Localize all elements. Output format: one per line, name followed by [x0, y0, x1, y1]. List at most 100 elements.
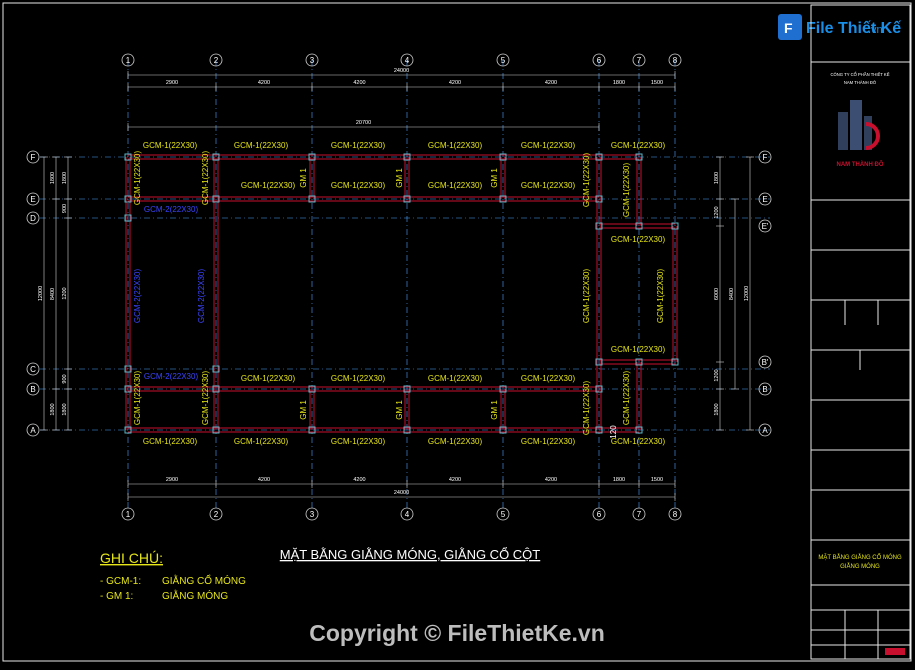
beam-label-gcm: GCM-1(22X30)	[241, 374, 296, 383]
beam-label-gcm-vertical: GCM-1(22X30)	[133, 371, 142, 426]
drawing-svg: MẶT BẰNG GIẰNG MÓNG, GIẰNG CỔ CỘT GHI CH…	[2, 2, 912, 662]
small-dim-label: 120	[609, 425, 618, 439]
grid-bubble-bottom-label: 7	[637, 510, 642, 519]
company-logo-icon	[838, 100, 880, 150]
grid-bubble-right-label: B	[762, 385, 767, 394]
beam-label-gcm: GCM-1(22X30)	[331, 181, 386, 190]
beam-label-gcm: GCM-1(22X30)	[241, 181, 296, 190]
filethietke-logo: F File Thiết Kế .vn	[778, 14, 901, 40]
beam-label-gcm2-vertical: GCM-2(22X30)	[133, 269, 142, 324]
grid-bubble-top-label: 7	[637, 56, 642, 65]
beam-label-gm: GM 1	[395, 168, 404, 188]
grid-bubble-right-label: F	[763, 153, 768, 162]
dim-right-outer-text: 1200	[714, 206, 720, 218]
beam-label-gcm-vertical: GCM-1(22X30)	[622, 371, 631, 426]
logo-suffix: .vn	[868, 24, 883, 36]
beam-label-gcm: GCM-1(22X30)	[428, 437, 483, 446]
grid-bubble-top-label: 4	[405, 56, 410, 65]
dim-left-outer-text: 1800	[62, 403, 68, 415]
note-code-2: - GM 1:	[100, 591, 133, 602]
dim-left-mid-text: 8400	[50, 288, 56, 300]
dim-left-outer-text: 900	[62, 204, 68, 213]
grid-bubble-left-label: E	[30, 195, 35, 204]
dim-bottom-text: 2900	[166, 477, 178, 483]
beam-label-gcm-vertical: GCM-1(22X30)	[582, 153, 591, 208]
beam-label-gcm-vertical: GCM-1(22X30)	[201, 371, 210, 426]
beam-label-gm: GM 1	[299, 400, 308, 420]
beam-label-gcm-vertical: GCM-1(22X30)	[656, 269, 665, 324]
grid-bubble-left-label: A	[30, 426, 36, 435]
dim-top-text: 2900	[166, 80, 178, 86]
dim-left-mid-text: 1800	[50, 172, 56, 184]
grid-bubble-bottom-label: 3	[310, 510, 315, 519]
dim-bottom-text: 4200	[545, 477, 557, 483]
beam-label-gcm2: GCM-2(22X30)	[144, 372, 199, 381]
beam-label-gcm: GCM-1(22X30)	[143, 437, 198, 446]
beam-label-gcm-vertical: GCM-1(22X30)	[582, 269, 591, 324]
grid-bubble-right-label: E'	[762, 222, 769, 231]
beam-label-gcm: GCM-1(22X30)	[331, 437, 386, 446]
dim-top-total-text: 24000	[394, 68, 409, 74]
beam-label-gcm: GCM-1(22X30)	[611, 345, 666, 354]
dim-left-total-text: 12000	[38, 286, 44, 301]
copyright-watermark: Copyright © FileThietKe.vn	[309, 620, 605, 646]
beam-label-gcm: GCM-1(22X30)	[331, 141, 386, 150]
note-desc-2: GIẰNG MÓNG	[162, 589, 228, 602]
dim-bottom-text: 4200	[449, 477, 461, 483]
grid-bubble-right-label: A	[762, 426, 768, 435]
dim-right-outer-text: 1800	[714, 403, 720, 415]
grid-bubble-bottom-label: 5	[501, 510, 506, 519]
tb-company-sub: NAM THÀNH ĐÔ	[844, 80, 877, 85]
beam-label-gcm-vertical: GCM-1(22X30)	[582, 381, 591, 436]
beam-label-gcm-vertical: GCM-1(22X30)	[622, 163, 631, 218]
beam-label-gcm: GCM-1(22X30)	[331, 374, 386, 383]
grid-bubble-left-label: B	[30, 385, 35, 394]
beam-label-gcm: GCM-1(22X30)	[611, 235, 666, 244]
grid-bubble-top-label: 8	[673, 56, 678, 65]
grid-bubble-bottom-label: 2	[214, 510, 219, 519]
beam-label-gm: GM 1	[299, 168, 308, 188]
dim-bottom-text: 1800	[613, 477, 625, 483]
grid-bubble-top-label: 6	[597, 56, 602, 65]
notes-title: GHI CHÚ:	[100, 550, 163, 566]
tb-company: CÔNG TY CỔ PHẦN THIẾT KẾ	[830, 72, 889, 77]
grid-bubble-right-label: B'	[762, 358, 769, 367]
dim-right-mid-text: 8400	[729, 288, 735, 300]
grid-bubble-bottom-label: 8	[673, 510, 678, 519]
beam-label-gcm: GCM-1(22X30)	[143, 141, 198, 150]
grid-bubble-left-label: F	[31, 153, 36, 162]
drawing-title: MẶT BẰNG GIẰNG MÓNG, GIẰNG CỔ CỘT	[280, 547, 541, 562]
grid-bubble-right-label: E	[762, 195, 767, 204]
dim-top-text: 4200	[545, 80, 557, 86]
logo-text: File Thiết Kế	[806, 20, 901, 37]
logo-glyph: F	[784, 20, 793, 36]
dim-top-text: 4200	[449, 80, 461, 86]
tb-logo-text: NAM THÀNH ĐÔ	[837, 160, 884, 168]
dim-right-total-text: 12000	[744, 286, 750, 301]
beam-label-gcm: GCM-1(22X30)	[428, 141, 483, 150]
grid-bubble-top-label: 3	[310, 56, 315, 65]
cad-drawing-canvas: MẶT BẰNG GIẰNG MÓNG, GIẰNG CỔ CỘT GHI CH…	[0, 0, 915, 665]
note-code-1: - GCM-1:	[100, 576, 141, 587]
foundation-plan: 1 1 2 2 3 3 4 4 5 5 6 6 7 7 8 8 F E D C B A F E E' B' B A 2900 4200 42…	[26, 53, 772, 521]
beam-label-gm: GM 1	[490, 168, 499, 188]
dim-left-outer-text: 1200	[62, 287, 68, 299]
title-block: CÔNG TY CỔ PHẦN THIẾT KẾ NAM THÀNH ĐÔ NA…	[810, 4, 911, 660]
dim-left-outer-text: 1800	[62, 172, 68, 184]
beam-label-gcm: GCM-1(22X30)	[611, 437, 666, 446]
beam-label-gcm: GCM-1(22X30)	[428, 374, 483, 383]
beam-label-gcm: GCM-1(22X30)	[611, 141, 666, 150]
tb-sheet-title-2: GIẰNG MÓNG	[840, 562, 880, 570]
dim-right-outer-text: 1200	[714, 369, 720, 381]
dim-right-outer-text: 6000	[714, 288, 720, 300]
dim-top-text: 4200	[353, 80, 365, 86]
beam-label-gm: GM 1	[490, 400, 499, 420]
beam-label-gcm: GCM-1(22X30)	[234, 437, 289, 446]
grid-bubble-left-label: D	[30, 214, 36, 223]
beam-label-gcm: GCM-1(22X30)	[521, 437, 576, 446]
beam-label-gcm2: GCM-2(22X30)	[144, 205, 199, 214]
tb-sheet-title-1: MẶT BẰNG GIẰNG CỔ MÓNG	[818, 553, 902, 561]
revision-marker	[885, 648, 905, 655]
dim-bottom-total-text: 24000	[394, 490, 409, 496]
beam-label-gcm: GCM-1(22X30)	[521, 181, 576, 190]
